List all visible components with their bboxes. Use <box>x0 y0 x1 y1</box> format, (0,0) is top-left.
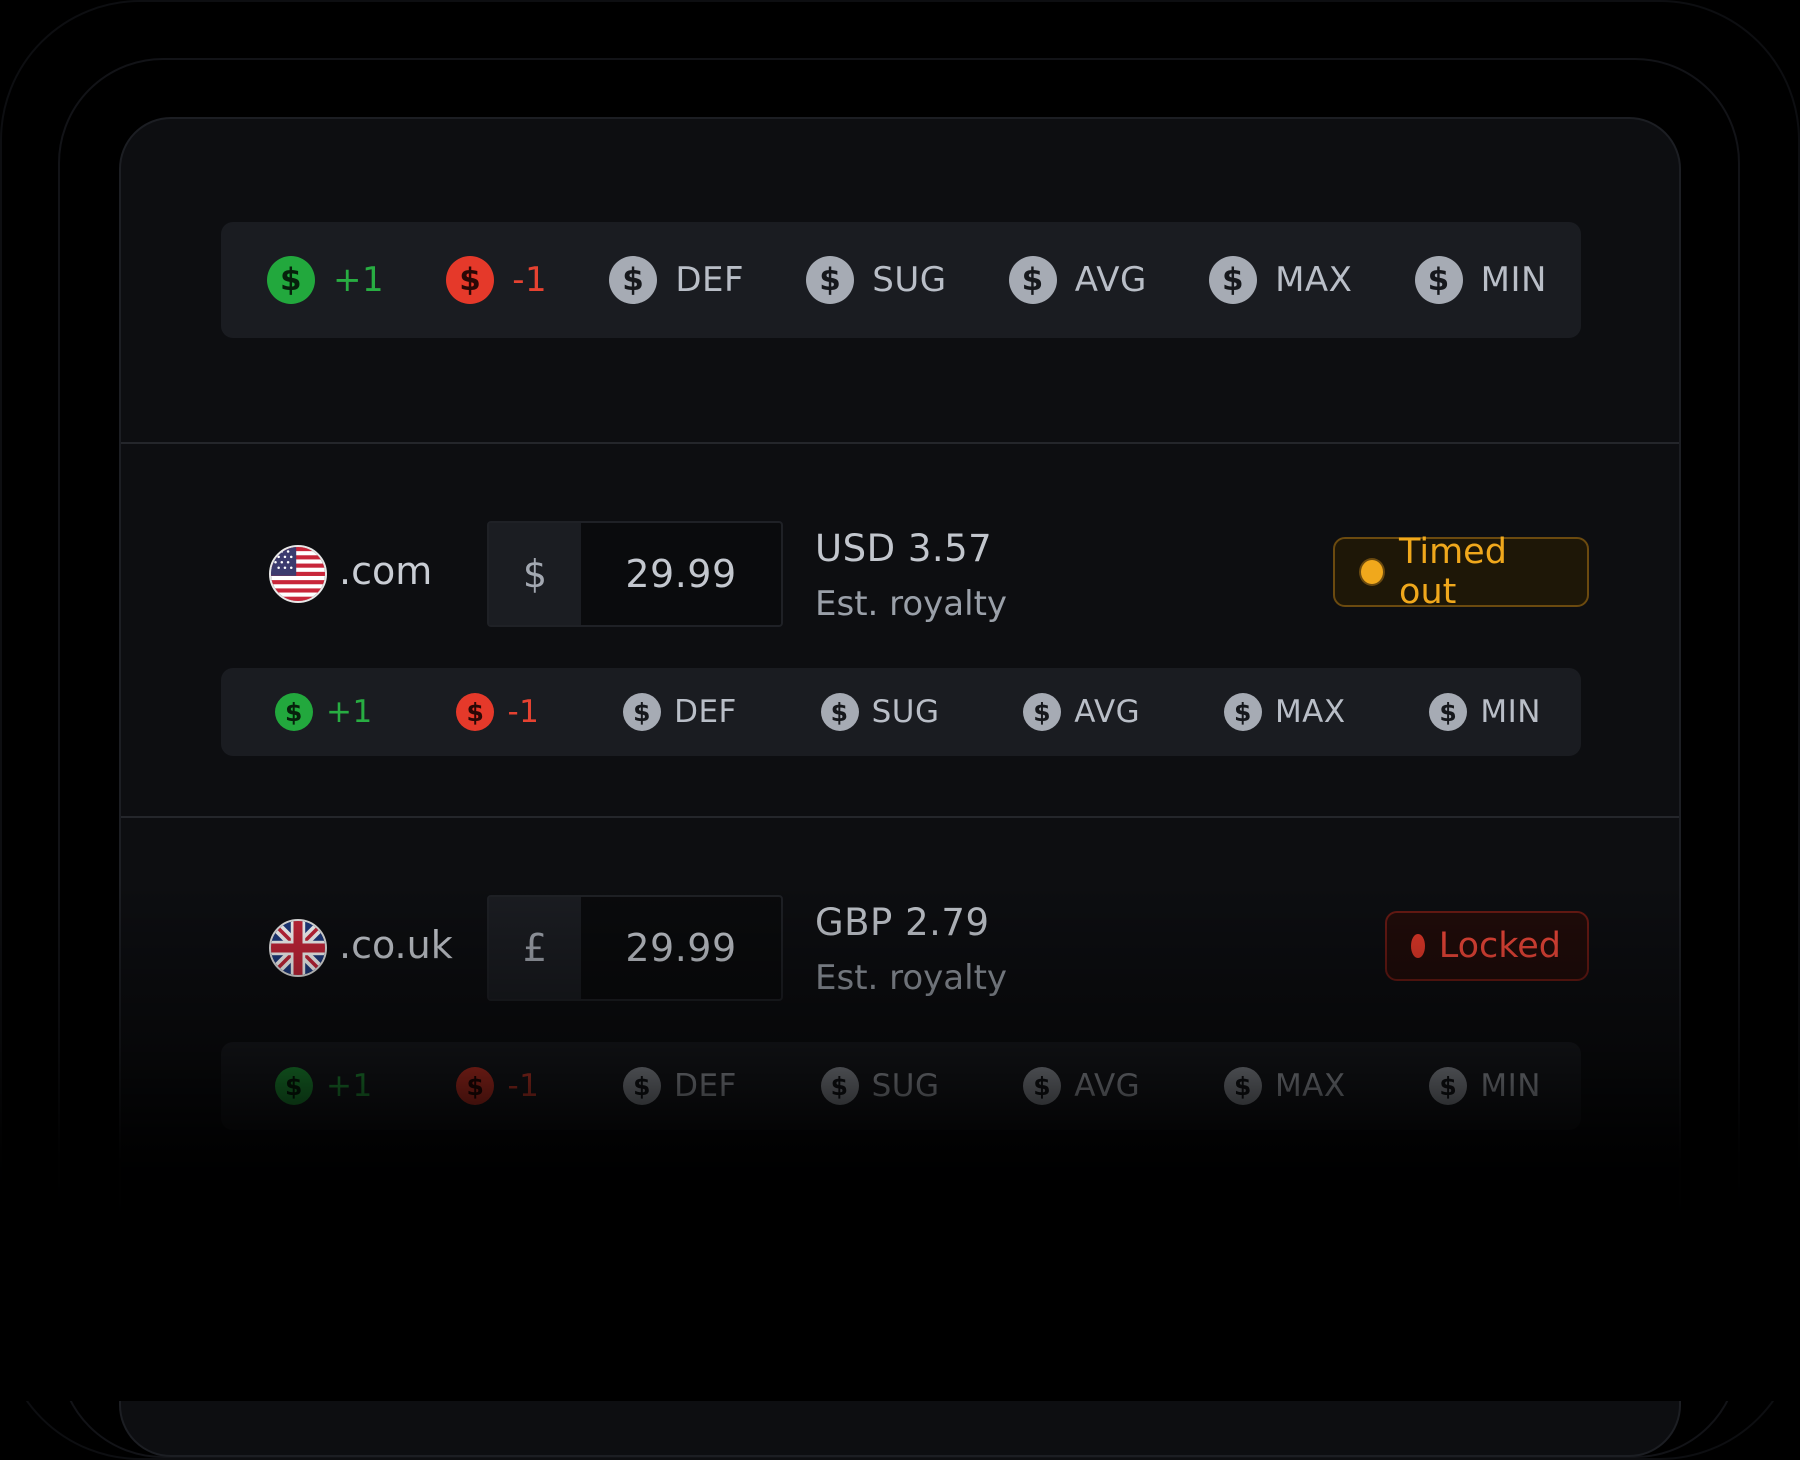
average-price-button[interactable]: $ AVG <box>1023 693 1140 731</box>
royalty-estimate: GBP 2.79 Est. royalty <box>815 901 1007 998</box>
market-domain: .co.uk <box>339 923 453 967</box>
min-price-button[interactable]: $ MIN <box>1429 693 1541 731</box>
decrease-price-button[interactable]: $ -1 <box>456 1067 539 1105</box>
price-field[interactable]: 29.99 <box>581 897 781 999</box>
co-uk-price-toolbar: $ +1 $ -1 $ DEF $ SUG $ AVG $ MAX $ MIN <box>221 1042 1581 1130</box>
dollar-coin-icon: $ <box>1008 256 1057 304</box>
min-price-button[interactable]: $ MIN <box>1429 1067 1541 1105</box>
dollar-coin-icon: $ <box>623 1067 662 1105</box>
market-row-com: .com $ 29.99 USD 3.57 Est. royalty Timed… <box>121 521 1679 631</box>
price-input-com[interactable]: $ 29.99 <box>487 521 783 627</box>
dollar-coin-icon: $ <box>456 693 495 731</box>
dollar-coin-icon: $ <box>1023 693 1062 731</box>
dollar-coin-icon: $ <box>1223 693 1262 731</box>
increase-price-button[interactable]: $ +1 <box>275 693 373 731</box>
dollar-coin-icon: $ <box>820 693 859 731</box>
default-price-button[interactable]: $ DEF <box>623 1067 737 1105</box>
dollar-coin-icon: $ <box>806 256 855 304</box>
status-dot-icon <box>1411 934 1425 958</box>
currency-symbol: £ <box>489 897 581 999</box>
decrease-price-button[interactable]: $ -1 <box>456 693 539 731</box>
dollar-coin-icon: $ <box>1429 693 1468 731</box>
dollar-coin-icon: $ <box>456 1067 495 1105</box>
section-divider <box>121 816 1679 818</box>
average-price-button[interactable]: $ AVG <box>1023 1067 1140 1105</box>
decrease-price-button[interactable]: $ -1 <box>446 256 547 304</box>
max-price-button[interactable]: $ MAX <box>1223 693 1346 731</box>
price-input-co-uk[interactable]: £ 29.99 <box>487 895 783 1001</box>
pricing-panel: $+1 $-1 $DEF $SUG $AVG $MAX $MIN <box>119 117 1681 1457</box>
market-row-co-uk: .co.uk £ 29.99 GBP 2.79 Est. royalty Loc… <box>121 895 1679 1005</box>
com-price-toolbar: $ +1 $ -1 $ DEF $ SUG $ AVG $ MAX $ MIN <box>221 668 1581 756</box>
dollar-coin-icon: $ <box>1429 1067 1468 1105</box>
royalty-label: Est. royalty <box>815 584 1008 624</box>
increase-price-button[interactable]: $ +1 <box>275 1067 373 1105</box>
dollar-coin-icon: $ <box>820 1067 859 1105</box>
us-flag-icon <box>269 545 327 603</box>
section-divider <box>121 442 1679 444</box>
increase-price-button[interactable]: $ +1 <box>267 256 384 304</box>
royalty-value: USD 3.57 <box>815 527 993 570</box>
status-badge-timed-out: Timed out <box>1333 532 1589 612</box>
dollar-coin-icon: $ <box>275 693 313 731</box>
status-badge-locked: Locked <box>1385 911 1589 981</box>
max-price-button[interactable]: $ MAX <box>1223 1067 1346 1105</box>
dollar-coin-icon: $ <box>446 256 495 304</box>
status-dot-icon <box>1359 558 1386 586</box>
average-price-button[interactable]: $ AVG <box>1008 256 1147 304</box>
max-price-button[interactable]: $ MAX <box>1209 256 1352 304</box>
dollar-coin-icon: $ <box>609 256 658 304</box>
global-price-toolbar: $ +1 $ -1 $ DEF $ SUG $ AVG $ MAX $ MIN <box>221 222 1581 338</box>
royalty-value: GBP 2.79 <box>815 901 990 944</box>
suggested-price-button[interactable]: $ SUG <box>806 256 946 304</box>
status-label: Timed out <box>1399 532 1507 612</box>
dollar-coin-icon: $ <box>1023 1067 1062 1105</box>
default-price-button[interactable]: $ DEF <box>623 693 737 731</box>
default-price-button[interactable]: $ DEF <box>609 256 744 304</box>
royalty-label: Est. royalty <box>815 958 1008 998</box>
status-label: Locked <box>1438 926 1561 966</box>
royalty-estimate: USD 3.57 Est. royalty <box>815 527 1007 624</box>
dollar-coin-icon: $ <box>267 256 315 304</box>
dollar-coin-icon: $ <box>623 693 662 731</box>
currency-symbol: $ <box>489 523 581 625</box>
dollar-coin-icon: $ <box>1414 256 1463 304</box>
uk-flag-icon <box>269 919 327 977</box>
suggested-price-button[interactable]: $ SUG <box>820 1067 940 1105</box>
price-field[interactable]: 29.99 <box>581 523 781 625</box>
suggested-price-button[interactable]: $ SUG <box>820 693 940 731</box>
dollar-coin-icon: $ <box>1209 256 1258 304</box>
min-price-button[interactable]: $ MIN <box>1414 256 1547 304</box>
market-domain: .com <box>339 549 433 593</box>
dollar-coin-icon: $ <box>275 1067 313 1105</box>
dollar-coin-icon: $ <box>1223 1067 1262 1105</box>
